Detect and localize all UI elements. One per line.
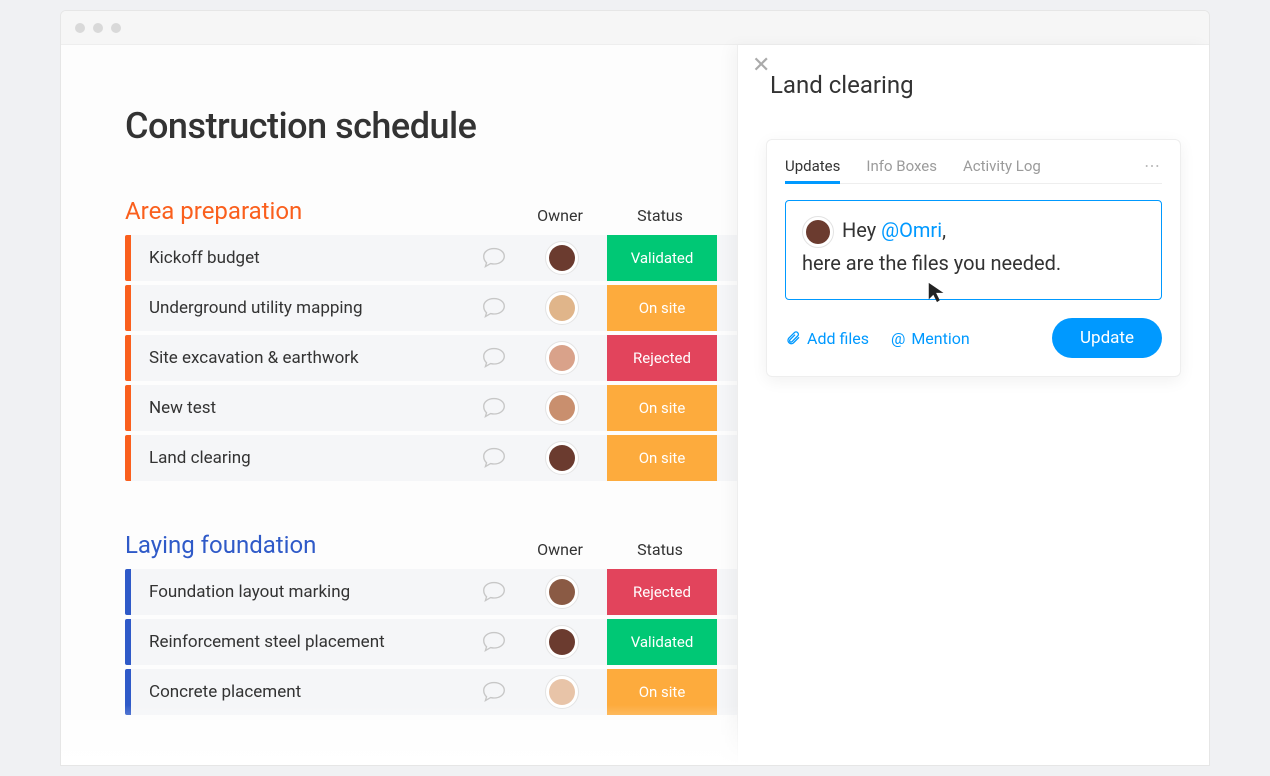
- app-window: Construction schedule Area preparationOw…: [60, 10, 1210, 766]
- status-cell[interactable]: Rejected: [607, 569, 717, 615]
- status-cell[interactable]: On site: [607, 285, 717, 331]
- comment-icon[interactable]: [471, 680, 517, 704]
- comment-icon[interactable]: [471, 630, 517, 654]
- compose-line2: here are the files you needed.: [802, 251, 1061, 275]
- group-title[interactable]: Laying foundation: [125, 531, 515, 559]
- at-icon: @: [891, 329, 905, 348]
- task-name[interactable]: Concrete placement: [131, 682, 471, 702]
- update-button[interactable]: Update: [1052, 318, 1162, 358]
- status-cell[interactable]: Validated: [607, 235, 717, 281]
- comment-icon[interactable]: [471, 396, 517, 420]
- window-titlebar: [61, 11, 1209, 45]
- tab-info[interactable]: Info Boxes: [866, 157, 937, 175]
- mention-button[interactable]: @ Mention: [891, 329, 970, 348]
- owner-avatar[interactable]: [517, 291, 607, 325]
- window-dot: [75, 23, 85, 33]
- status-cell[interactable]: Rejected: [607, 335, 717, 381]
- compose-avatar: [802, 216, 834, 248]
- tab-updates[interactable]: Updates: [785, 157, 840, 184]
- owner-avatar[interactable]: [517, 675, 607, 709]
- updates-card: Updates Info Boxes Activity Log ⋯ Hey @O…: [766, 139, 1181, 377]
- compose-text: Hey @Omri, here are the files you needed…: [802, 215, 1145, 278]
- task-name[interactable]: New test: [131, 398, 471, 418]
- compose-mention[interactable]: @Omri: [881, 218, 942, 242]
- panel-title: Land clearing: [770, 71, 1181, 99]
- status-cell[interactable]: On site: [607, 435, 717, 481]
- comment-icon[interactable]: [471, 580, 517, 604]
- compose-suffix: ,: [942, 218, 946, 242]
- owner-avatar[interactable]: [517, 391, 607, 425]
- group-title[interactable]: Area preparation: [125, 197, 515, 225]
- task-name[interactable]: Foundation layout marking: [131, 582, 471, 602]
- cursor-icon: [926, 281, 948, 303]
- status-cell[interactable]: Validated: [607, 619, 717, 665]
- status-cell[interactable]: On site: [607, 669, 717, 715]
- owner-avatar[interactable]: [517, 441, 607, 475]
- tab-more-icon[interactable]: ⋯: [1144, 156, 1162, 175]
- status-cell[interactable]: On site: [607, 385, 717, 431]
- panel-tabs: Updates Info Boxes Activity Log ⋯: [785, 156, 1162, 184]
- paperclip-icon: [785, 330, 801, 346]
- comment-icon[interactable]: [471, 446, 517, 470]
- owner-avatar[interactable]: [517, 625, 607, 659]
- owner-avatar[interactable]: [517, 341, 607, 375]
- task-detail-panel: ✕ Land clearing Updates Info Boxes Activ…: [737, 45, 1209, 766]
- column-header-owner: Owner: [515, 540, 605, 559]
- comment-icon[interactable]: [471, 246, 517, 270]
- tab-activity[interactable]: Activity Log: [963, 157, 1041, 175]
- column-header-owner: Owner: [515, 206, 605, 225]
- owner-avatar[interactable]: [517, 575, 607, 609]
- column-header-status: Status: [605, 206, 715, 225]
- close-icon[interactable]: ✕: [752, 55, 770, 77]
- window-dot: [111, 23, 121, 33]
- task-name[interactable]: Site excavation & earthwork: [131, 348, 471, 368]
- add-files-label: Add files: [807, 329, 869, 348]
- comment-icon[interactable]: [471, 296, 517, 320]
- window-dot: [93, 23, 103, 33]
- mention-label: Mention: [911, 329, 969, 348]
- add-files-button[interactable]: Add files: [785, 329, 869, 348]
- compose-prefix: Hey: [842, 218, 881, 242]
- task-name[interactable]: Underground utility mapping: [131, 298, 471, 318]
- task-name[interactable]: Kickoff budget: [131, 248, 471, 268]
- owner-avatar[interactable]: [517, 241, 607, 275]
- task-name[interactable]: Land clearing: [131, 448, 471, 468]
- update-compose-box[interactable]: Hey @Omri, here are the files you needed…: [785, 200, 1162, 300]
- column-header-status: Status: [605, 540, 715, 559]
- comment-icon[interactable]: [471, 346, 517, 370]
- task-name[interactable]: Reinforcement steel placement: [131, 632, 471, 652]
